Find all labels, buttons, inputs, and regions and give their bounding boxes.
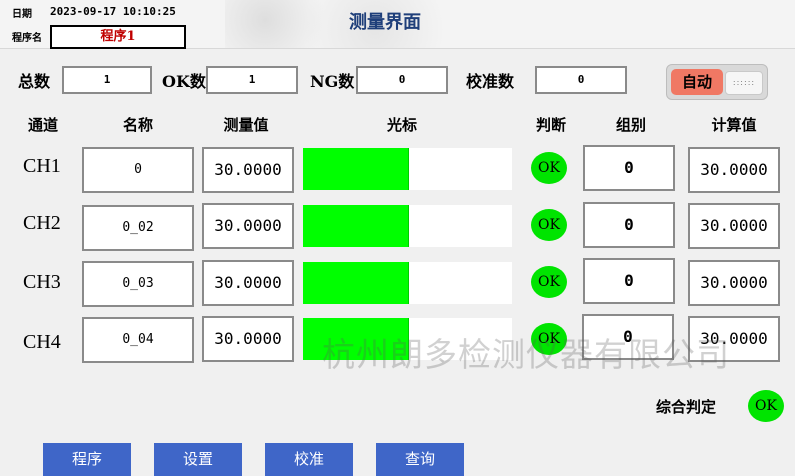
auto-mode-label: 自动: [671, 69, 723, 95]
channel-name-field[interactable]: 0_02: [82, 205, 194, 251]
calibration-count-field: 0: [535, 66, 627, 94]
cursor-bar-fill: [303, 205, 409, 247]
auto-mode-toggle[interactable]: 自动 ::::::: [666, 64, 768, 100]
computed-value: 30.0000: [688, 316, 780, 362]
cursor-bar: [303, 148, 512, 190]
channel-label: CH2: [23, 212, 61, 234]
judge-indicator: OK: [531, 152, 567, 184]
overall-judgement-indicator: OK: [748, 390, 784, 422]
column-header-measured: 测量值: [223, 116, 269, 134]
measured-value: 30.0000: [202, 147, 294, 193]
channel-label: CH1: [23, 155, 61, 177]
column-header-group: 组别: [615, 116, 646, 134]
cursor-bar: [303, 205, 512, 247]
group-field[interactable]: 0: [582, 314, 674, 360]
computed-value: 30.0000: [688, 203, 780, 249]
date-label: 日期: [12, 9, 32, 20]
query-button[interactable]: 查询: [376, 443, 464, 476]
measured-value: 30.0000: [202, 316, 294, 362]
program-name-field[interactable]: 程序1: [50, 25, 186, 49]
calibration-count-label: 校准数: [466, 72, 515, 91]
cursor-bar: [303, 262, 512, 304]
column-header-cursor: 光标: [386, 116, 417, 134]
datetime-display: 2023-09-17 10:10:25: [50, 5, 176, 18]
judge-indicator: OK: [531, 323, 567, 355]
cursor-bar: [303, 318, 512, 360]
measured-value: 30.0000: [202, 203, 294, 249]
column-header-channel: 通道: [27, 116, 58, 134]
group-field[interactable]: 0: [583, 258, 675, 304]
program-button[interactable]: 程序: [43, 443, 131, 476]
column-header-name: 名称: [122, 116, 153, 134]
group-field[interactable]: 0: [583, 202, 675, 248]
program-name-label: 程序名: [12, 33, 42, 44]
computed-value: 30.0000: [688, 147, 780, 193]
computed-value: 30.0000: [688, 260, 780, 306]
cursor-bar-fill: [303, 318, 409, 360]
measured-value: 30.0000: [202, 260, 294, 306]
ok-count-field: 1: [206, 66, 298, 94]
channel-label: CH4: [23, 331, 61, 353]
page-title: 测量界面: [349, 12, 421, 33]
channel-label: CH3: [23, 271, 61, 293]
cursor-bar-fill: [303, 262, 409, 304]
calibrate-button[interactable]: 校准: [265, 443, 353, 476]
column-header-computed: 计算值: [711, 116, 757, 134]
judge-indicator: OK: [531, 209, 567, 241]
settings-button[interactable]: 设置: [154, 443, 242, 476]
judge-indicator: OK: [531, 266, 567, 298]
channel-name-field[interactable]: 0: [82, 147, 194, 193]
channel-name-field[interactable]: 0_04: [82, 317, 194, 363]
cursor-bar-fill: [303, 148, 409, 190]
ng-count-field: 0: [356, 66, 448, 94]
group-field[interactable]: 0: [583, 145, 675, 191]
column-header-judge: 判断: [535, 116, 566, 134]
ok-count-label: OK数: [162, 72, 206, 91]
total-count-label: 总数: [18, 72, 51, 91]
overall-judgement-label: 综合判定: [656, 398, 717, 416]
toggle-grip-icon: ::::::: [725, 71, 763, 95]
total-count-field: 1: [62, 66, 152, 94]
ng-count-label: NG数: [310, 72, 355, 91]
channel-name-field[interactable]: 0_03: [82, 261, 194, 307]
